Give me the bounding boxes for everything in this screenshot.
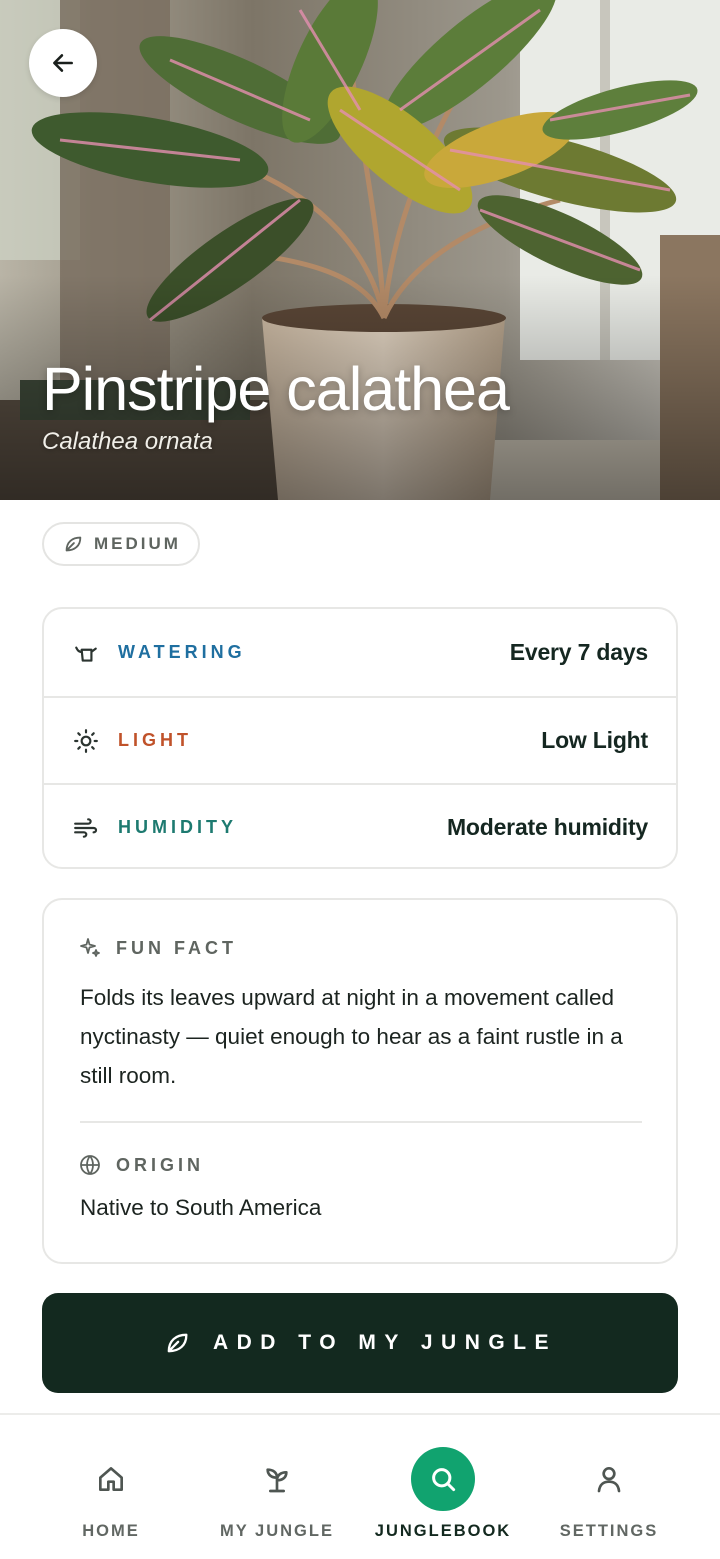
leaf-icon	[65, 536, 82, 552]
back-button[interactable]	[29, 29, 97, 97]
arrow-left-icon	[53, 54, 73, 72]
origin-header: ORIGIN	[78, 1153, 204, 1177]
care-card: WATERING Every 7 days LIGHT Low Light HU…	[42, 607, 678, 869]
sprout-icon	[245, 1447, 309, 1511]
search-icon	[411, 1447, 475, 1511]
care-row-light: LIGHT Low Light	[44, 696, 676, 783]
add-to-my-jungle-button[interactable]: ADD TO MY JUNGLE	[42, 1293, 678, 1393]
sparkles-icon	[80, 938, 100, 957]
care-row-humidity: HUMIDITY Moderate humidity	[44, 783, 676, 867]
bottom-nav: HOME MY JUNGLE JUNGLEBOOK SETTINGS	[0, 1413, 720, 1559]
hero-image: Pinstripe calathea Calathea ornata	[0, 0, 720, 500]
fun-fact-text: Folds its leaves upward at night in a mo…	[80, 985, 623, 1088]
cta-label: ADD TO MY JUNGLE	[212, 1331, 558, 1354]
wind-icon	[72, 814, 100, 842]
user-icon	[577, 1447, 641, 1511]
plant-scientific-name: Calathea ornata	[42, 428, 213, 455]
divider	[80, 1121, 642, 1123]
nav-item-my-jungle[interactable]: MY JUNGLE	[187, 1415, 367, 1559]
sun-icon	[72, 727, 100, 755]
origin-text: Native to South America	[80, 1195, 322, 1220]
care-row-watering: WATERING Every 7 days	[44, 609, 676, 696]
fun-fact-header: FUN FACT	[78, 936, 237, 960]
origin-label: ORIGIN	[116, 1154, 205, 1175]
fun-fact-label: FUN FACT	[116, 937, 237, 958]
watering-value: Every 7 days	[509, 639, 648, 665]
leaf-icon	[167, 1333, 188, 1353]
home-icon	[79, 1447, 143, 1511]
plant-name: Pinstripe calathea	[42, 355, 510, 423]
watering-can-icon	[72, 639, 100, 667]
nav-item-home[interactable]: HOME	[21, 1415, 201, 1559]
globe-icon	[80, 1155, 100, 1175]
watering-label: WATERING	[118, 642, 246, 662]
humidity-label: HUMIDITY	[118, 817, 237, 837]
plant-detail-screen: Pinstripe calathea Calathea ornata MEDIU…	[0, 0, 720, 1559]
nav-label-my-jungle: MY JUNGLE	[220, 1522, 334, 1540]
nav-label-home: HOME	[82, 1522, 140, 1540]
difficulty-label: MEDIUM	[94, 534, 181, 553]
difficulty-badge: MEDIUM	[42, 522, 200, 566]
humidity-value: Moderate humidity	[446, 814, 648, 840]
light-label: LIGHT	[118, 730, 192, 750]
nav-label-settings: SETTINGS	[559, 1522, 659, 1540]
light-value: Low Light	[541, 727, 648, 753]
plant-photo	[0, 0, 720, 500]
info-card: FUN FACT Folds its leaves upward at nigh…	[42, 898, 678, 1264]
nav-label-junglebook: JUNGLEBOOK	[374, 1522, 512, 1540]
nav-item-junglebook[interactable]: JUNGLEBOOK	[353, 1415, 533, 1559]
nav-item-settings[interactable]: SETTINGS	[519, 1415, 699, 1559]
